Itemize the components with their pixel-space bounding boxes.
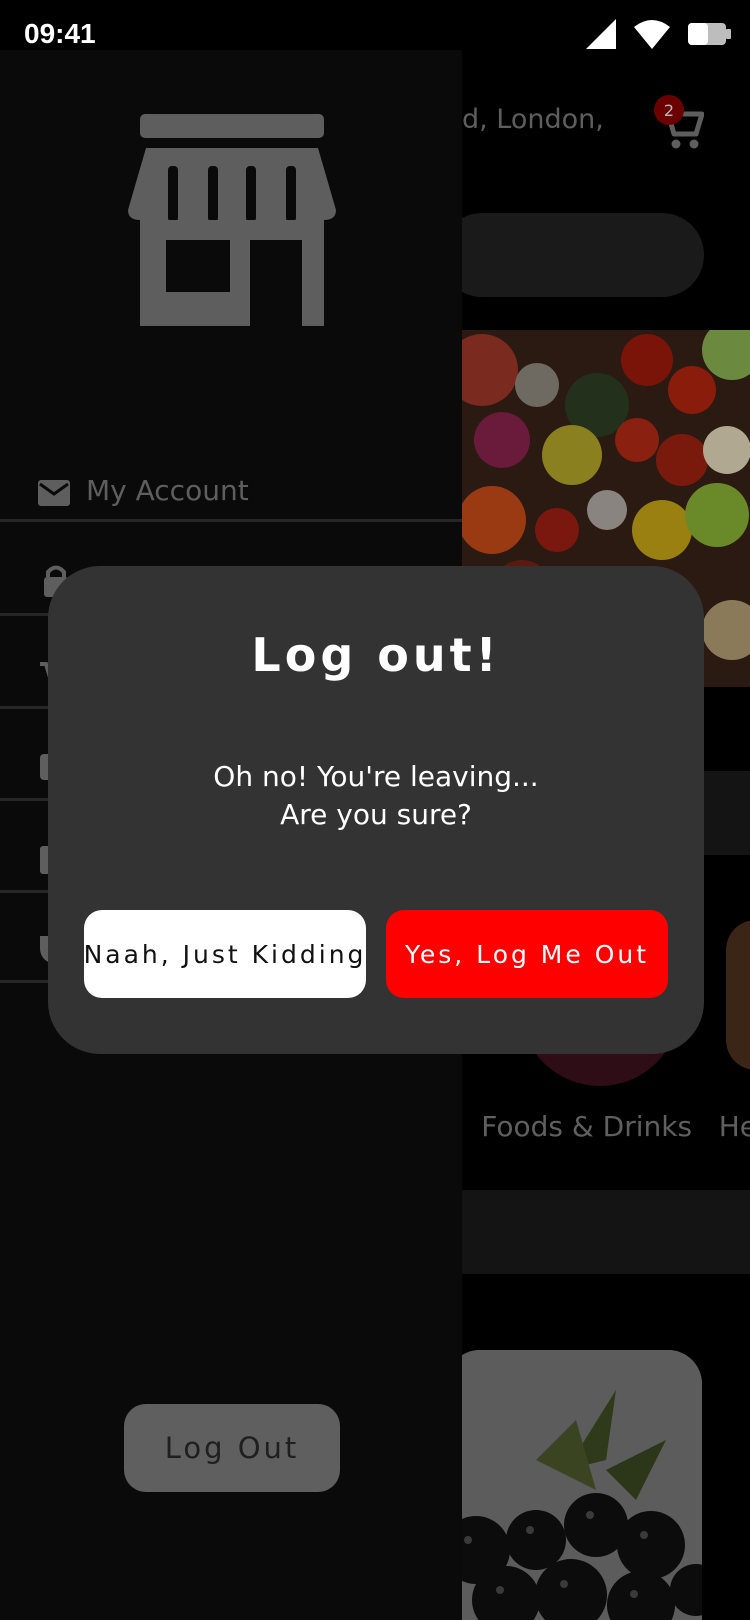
section-strip [462, 1190, 750, 1274]
menu-item-my-account[interactable]: My Account [0, 462, 462, 522]
location-label[interactable]: d, London, [462, 104, 604, 135]
mail-icon [38, 480, 70, 506]
confirm-logout-button[interactable]: Yes, Log Me Out [386, 910, 668, 998]
cart-badge: 2 [654, 95, 684, 125]
search-bar[interactable] [440, 213, 704, 297]
logout-dialog: Log out! Oh no! You're leaving... Are yo… [48, 566, 704, 1054]
category-labels[interactable]: s Foods & Drinks He [440, 1110, 750, 1143]
dialog-message: Oh no! You're leaving... Are you sure? [48, 758, 704, 834]
product-card-blackberries[interactable] [446, 1350, 702, 1620]
dialog-message-line2: Are you sure? [280, 798, 472, 831]
status-icons [586, 18, 732, 50]
store-icon [128, 114, 336, 326]
cancel-button[interactable]: Naah, Just Kidding [84, 910, 366, 998]
dialog-title: Log out! [251, 628, 501, 682]
wifi-icon [634, 20, 670, 49]
menu-label-my-account: My Account [86, 474, 249, 507]
drawer-logout-button[interactable]: Log Out [124, 1404, 340, 1492]
category-image-next[interactable] [726, 920, 750, 1070]
cellular-signal-icon [586, 19, 616, 49]
battery-icon [688, 23, 731, 45]
status-bar: 09:41 [0, 0, 750, 50]
status-time: 09:41 [24, 18, 96, 49]
dialog-message-line1: Oh no! You're leaving... [213, 760, 539, 793]
